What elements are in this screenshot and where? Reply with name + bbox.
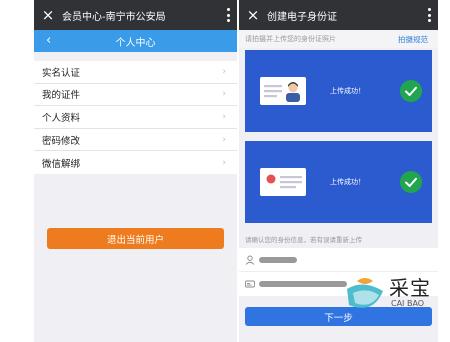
back-icon[interactable]: ‹ [46, 30, 51, 52]
menu-item-wechat-unbind[interactable]: 微信解绑 › [34, 151, 237, 174]
menu-item-label: 我的证件 [42, 90, 81, 102]
chevron-right-icon: › [222, 134, 226, 145]
menu-item-profile[interactable]: 个人资料 › [34, 106, 237, 129]
menu-item-label: 微信解绑 [42, 158, 81, 170]
title-bar: × 创建电子身份证 [239, 0, 438, 30]
name-row [239, 248, 438, 272]
menu-list: 实名认证 › 我的证件 › 个人资料 › 密码修改 › 微信解绑 › [34, 61, 237, 174]
id-card-back-icon [260, 168, 306, 196]
logout-button[interactable]: 退出当前用户 [47, 228, 224, 249]
close-icon[interactable]: × [34, 0, 62, 30]
chevron-right-icon: › [222, 111, 226, 122]
chevron-right-icon: › [222, 89, 226, 100]
id-front-upload-card[interactable]: 上传成功！ [245, 50, 432, 132]
page-header: ‹ 个人中心 [34, 30, 237, 52]
upload-status: 上传成功！ [330, 178, 365, 186]
menu-item-password[interactable]: 密码修改 › [34, 129, 237, 152]
page-title: 个人中心 [115, 37, 156, 49]
screenshot: × 会员中心-南宁市公安局 ‹ 个人中心 实名认证 › 我的证件 › 个人资料 … [0, 0, 450, 342]
upload-status: 上传成功！ [330, 87, 365, 95]
id-number-value-redacted [259, 281, 347, 287]
menu-item-label: 密码修改 [42, 135, 81, 147]
upload-tip-bar: 请拍摄并上传您的身份证照片 拍摄规范 [239, 30, 438, 48]
menu-item-label: 实名认证 [42, 67, 81, 79]
window-title: 会员中心-南宁市公安局 [62, 11, 166, 23]
id-card-front-icon [260, 77, 306, 105]
check-circle-icon [400, 80, 422, 102]
confirm-info-note: 请确认您的身份信息，若有误请重新上传 [245, 236, 362, 244]
upload-tip: 请拍摄并上传您的身份证照片 [245, 35, 336, 43]
check-circle-icon [400, 171, 422, 193]
menu-item-label: 个人资料 [42, 112, 81, 124]
more-menu-icon[interactable] [227, 8, 230, 22]
menu-item-real-name[interactable]: 实名认证 › [34, 61, 237, 84]
caibao-logo-icon [347, 278, 383, 308]
more-menu-icon[interactable] [428, 8, 431, 22]
chevron-right-icon: › [222, 66, 226, 77]
title-bar: × 会员中心-南宁市公安局 [34, 0, 237, 30]
id-card-icon [245, 280, 255, 288]
chevron-right-icon: › [222, 157, 226, 168]
window-title: 创建电子身份证 [267, 11, 337, 23]
user-icon [245, 255, 255, 265]
name-value-redacted [259, 256, 297, 263]
close-icon[interactable]: × [239, 0, 267, 30]
photo-guide-link[interactable]: 拍摄规范 [398, 34, 428, 45]
watermark-text-en: CAI BAO [391, 299, 425, 308]
menu-item-my-documents[interactable]: 我的证件 › [34, 84, 237, 107]
member-center-screen: × 会员中心-南宁市公安局 ‹ 个人中心 实名认证 › 我的证件 › 个人资料 … [34, 0, 237, 342]
id-back-upload-card[interactable]: 上传成功！ [245, 141, 432, 223]
watermark-text-cn: 采宝 [389, 276, 431, 300]
caibao-watermark: 采宝 CAI BAO [343, 270, 443, 325]
